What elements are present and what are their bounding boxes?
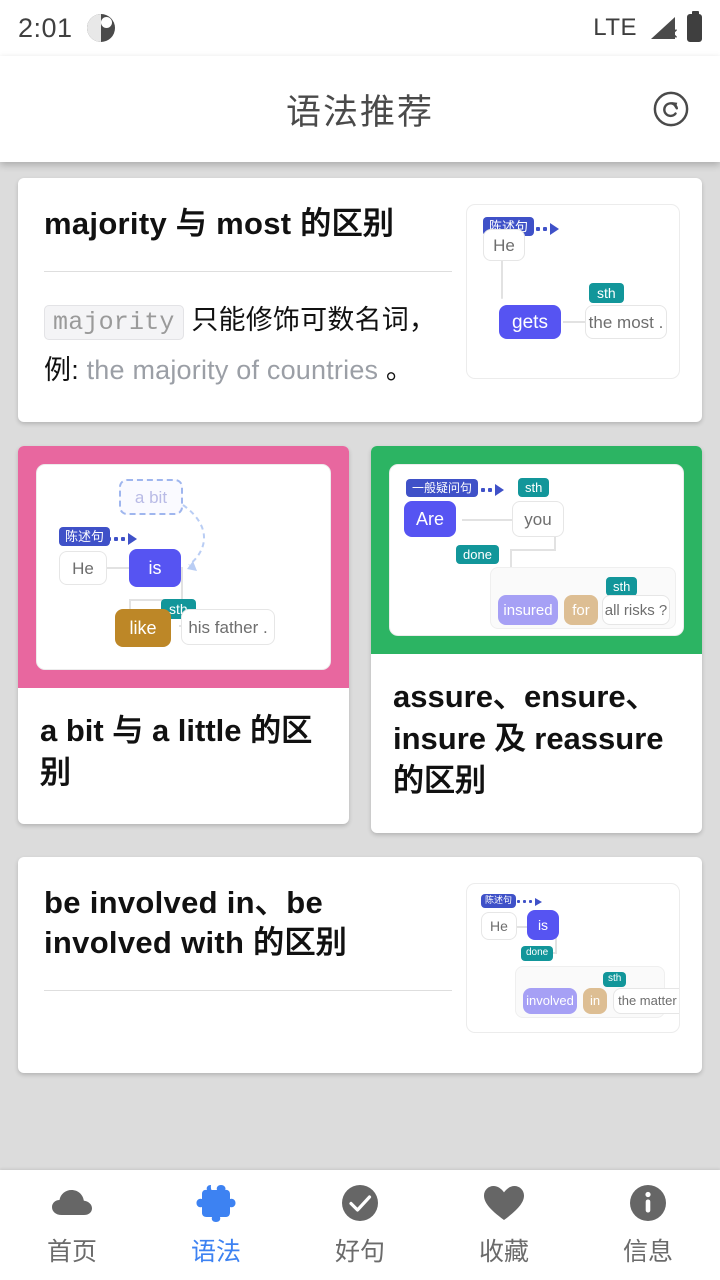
card-title: be involved in、be involved with 的区别	[44, 884, 348, 961]
grammar-card-assure-ensure-insure[interactable]: 一般疑问句 sth Are you done sth insured for a…	[371, 446, 702, 833]
tree-node-preposition: for	[564, 595, 598, 626]
sentence-tree-diagram: 陈述句 He gets sth the most .	[466, 204, 680, 379]
nav-label: 语法	[190, 1237, 241, 1266]
app-screen: 2:01 LTE ✕ 语法推荐 majority 与 most 的区别 majo…	[0, 0, 720, 1280]
heart-icon	[483, 1183, 525, 1223]
code-chip: majority	[44, 304, 184, 340]
connector	[510, 549, 556, 552]
flow-arrow-icon	[517, 897, 542, 906]
flow-arrow-icon	[474, 484, 504, 497]
card-title: majority 与 most 的区别	[44, 206, 395, 241]
nav-item-favorites[interactable]: 收藏	[432, 1183, 576, 1268]
tree-node-subject: He	[59, 551, 107, 586]
tree-node-verb: is	[129, 549, 181, 588]
check-circle-icon	[339, 1183, 381, 1223]
card-hero-green: 一般疑问句 sth Are you done sth insured for a…	[371, 446, 702, 655]
tree-node-object: the matter .	[613, 987, 679, 1014]
clause-type-badge: 一般疑问句	[406, 479, 479, 498]
sentence-tree-diagram: a bit 陈述句 He is sth like his father .	[36, 464, 331, 671]
nav-item-home[interactable]: 首页	[0, 1183, 144, 1268]
battery-icon	[687, 11, 702, 42]
tree-node-object: the most .	[585, 305, 667, 339]
cloud-icon	[51, 1183, 93, 1223]
tree-node-subject: He	[483, 229, 525, 261]
puzzle-icon	[195, 1183, 237, 1223]
card-row: a bit 陈述句 He is sth like his father . a …	[18, 446, 702, 833]
info-circle-icon	[627, 1183, 669, 1223]
card-title: a bit 与 a little 的区别	[40, 713, 313, 791]
bottom-navigation[interactable]: 首页 语法 好句 收藏 信息	[0, 1170, 720, 1280]
role-badge-sth: sth	[589, 283, 624, 303]
card-divider	[44, 990, 452, 992]
clause-type-badge: 陈述句	[481, 893, 517, 908]
tree-node-object: all risks ?	[602, 595, 670, 626]
card-hero-pink: a bit 陈述句 He is sth like his father .	[18, 446, 349, 689]
nav-item-info[interactable]: 信息	[576, 1183, 720, 1268]
app-bar: 语法推荐	[0, 56, 720, 162]
grammar-card-a-bit-a-little[interactable]: a bit 陈述句 He is sth like his father . a …	[18, 446, 349, 825]
flow-arrow-icon	[529, 223, 559, 235]
connector	[563, 321, 587, 323]
tree-node-preposition: in	[583, 987, 607, 1014]
status-bar: 2:01 LTE ✕	[0, 0, 720, 56]
card-body-tail: 。	[378, 355, 414, 386]
card-diagram-column: 陈述句 He is done sth involved in the matte…	[466, 882, 680, 1033]
card-list[interactable]: majority 与 most 的区别 majority 只能修饰可数名词，例:…	[0, 162, 720, 1170]
tree-node-subject: you	[512, 501, 564, 538]
tree-node-object: his father .	[181, 609, 275, 646]
sentence-tree-diagram: 一般疑问句 sth Are you done sth insured for a…	[389, 464, 684, 637]
connector	[462, 519, 512, 522]
page-title: 语法推荐	[285, 92, 434, 132]
card-body-example: the majority of countries	[86, 355, 379, 386]
card-divider	[44, 270, 452, 272]
status-right-cluster: LTE ✕	[593, 11, 702, 42]
tree-node-verb: gets	[499, 305, 561, 339]
network-type-label: LTE	[593, 14, 637, 41]
card-title: assure、ensure、insure 及 reassure 的区别	[393, 679, 664, 799]
tree-node-subject: He	[481, 911, 517, 940]
card-body: majority 只能修饰可数名词，例: the majority of cou…	[44, 296, 452, 396]
status-time: 2:01	[18, 12, 73, 43]
tree-node-predicate: like	[115, 609, 171, 648]
card-diagram-column: 陈述句 He gets sth the most .	[466, 204, 680, 396]
sentence-tree-diagram: 陈述句 He is done sth involved in the matte…	[466, 882, 680, 1033]
role-badge-sth: sth	[606, 577, 638, 597]
tree-node-participle: insured	[498, 595, 558, 626]
signal-off-icon: ✕	[647, 15, 679, 42]
nav-item-grammar[interactable]: 语法	[144, 1183, 288, 1268]
tree-node-verb: is	[527, 909, 559, 940]
grammar-card-be-involved[interactable]: be involved in、be involved with 的区别 陈述句 …	[18, 856, 702, 1073]
nav-label: 信息	[622, 1237, 673, 1266]
connector	[501, 255, 503, 299]
nav-label: 收藏	[478, 1237, 529, 1266]
card-text-column: majority 与 most 的区别 majority 只能修饰可数名词，例:…	[44, 204, 466, 396]
connector	[181, 567, 183, 602]
nav-label: 好句	[334, 1237, 385, 1266]
role-badge-done: done	[521, 945, 554, 961]
refresh-icon[interactable]	[648, 86, 694, 132]
tree-node-participle: involved	[523, 987, 577, 1014]
nav-label: 首页	[46, 1237, 97, 1266]
tree-node-aux: Are	[404, 501, 456, 538]
role-badge-sth: sth	[518, 478, 550, 498]
grammar-card-majority-most[interactable]: majority 与 most 的区别 majority 只能修饰可数名词，例:…	[18, 178, 702, 423]
nav-item-sentences[interactable]: 好句	[288, 1183, 432, 1268]
role-badge-done: done	[456, 545, 499, 565]
card-text-column: be involved in、be involved with 的区别	[44, 883, 466, 1033]
role-badge-sth: sth	[603, 971, 627, 987]
screen-record-icon	[86, 14, 115, 42]
